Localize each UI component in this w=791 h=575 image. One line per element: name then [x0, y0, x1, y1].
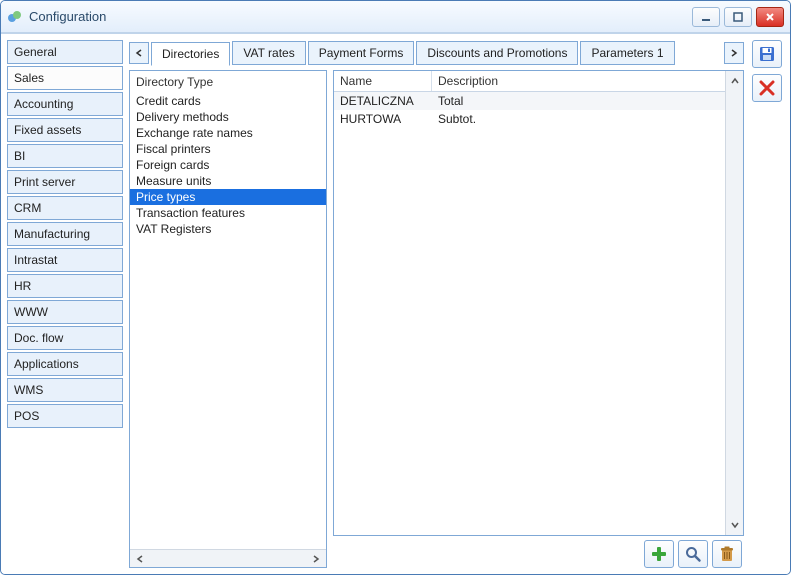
vertical-scrollbar[interactable]: [725, 71, 743, 535]
sidebar-item-doc-flow[interactable]: Doc. flow: [7, 326, 123, 350]
add-button[interactable]: [644, 540, 674, 568]
main-panel: DirectoriesVAT ratesPayment FormsDiscoun…: [129, 40, 744, 568]
tab-vat-rates[interactable]: VAT rates: [232, 41, 305, 65]
cell-description: Total: [432, 92, 743, 110]
view-button[interactable]: [678, 540, 708, 568]
window-title: Configuration: [29, 9, 692, 24]
minimize-button[interactable]: [692, 7, 720, 27]
tab-content: Directory Type Credit cardsDelivery meth…: [129, 70, 744, 568]
window-body: GeneralSalesAccountingFixed assetsBIPrin…: [1, 33, 790, 574]
close-button[interactable]: [756, 7, 784, 27]
sidebar-item-intrastat[interactable]: Intrastat: [7, 248, 123, 272]
sidebar-item-bi[interactable]: BI: [7, 144, 123, 168]
table-row[interactable]: HURTOWASubtot.: [334, 110, 743, 128]
delete-button[interactable]: [712, 540, 742, 568]
tab-payment-forms[interactable]: Payment Forms: [308, 41, 415, 65]
tab-discounts-and-promotions[interactable]: Discounts and Promotions: [416, 41, 578, 65]
scroll-left-icon[interactable]: [132, 552, 148, 566]
tabstrip: DirectoriesVAT ratesPayment FormsDiscoun…: [129, 40, 744, 66]
column-header-name[interactable]: Name: [334, 71, 432, 91]
details-table: Name Description DETALICZNATotalHURTOWAS…: [333, 70, 744, 536]
tabs-container: DirectoriesVAT ratesPayment FormsDiscoun…: [151, 41, 675, 65]
tab-parameters-1[interactable]: Parameters 1: [580, 41, 674, 65]
sidebar: GeneralSalesAccountingFixed assetsBIPrin…: [7, 40, 123, 568]
details-column: Name Description DETALICZNATotalHURTOWAS…: [333, 70, 744, 568]
action-buttons: [333, 540, 744, 568]
directory-type-panel: Directory Type Credit cardsDelivery meth…: [129, 70, 327, 568]
app-icon: [7, 9, 23, 25]
maximize-button[interactable]: [724, 7, 752, 27]
directory-item[interactable]: Exchange rate names: [130, 125, 326, 141]
directory-item[interactable]: Foreign cards: [130, 157, 326, 173]
sidebar-item-general[interactable]: General: [7, 40, 123, 64]
directory-type-header: Directory Type: [130, 71, 326, 93]
scroll-right-icon[interactable]: [308, 552, 324, 566]
sidebar-item-pos[interactable]: POS: [7, 404, 123, 428]
directory-item[interactable]: Delivery methods: [130, 109, 326, 125]
cell-name: HURTOWA: [334, 110, 432, 128]
sidebar-item-applications[interactable]: Applications: [7, 352, 123, 376]
sidebar-item-hr[interactable]: HR: [7, 274, 123, 298]
table-header: Name Description: [334, 71, 743, 92]
tab-scroll-right[interactable]: [724, 42, 744, 64]
scroll-up-icon[interactable]: [728, 73, 742, 89]
tab-scroll-left[interactable]: [129, 42, 149, 64]
sidebar-item-sales[interactable]: Sales: [7, 66, 123, 90]
cell-name: DETALICZNA: [334, 92, 432, 110]
directory-item[interactable]: Credit cards: [130, 93, 326, 109]
tab-directories[interactable]: Directories: [151, 42, 230, 66]
directory-item[interactable]: Fiscal printers: [130, 141, 326, 157]
column-header-description[interactable]: Description: [432, 71, 743, 91]
cell-description: Subtot.: [432, 110, 743, 128]
sidebar-item-wms[interactable]: WMS: [7, 378, 123, 402]
cancel-button[interactable]: [752, 74, 782, 102]
directory-item[interactable]: Measure units: [130, 173, 326, 189]
directory-item[interactable]: Price types: [130, 189, 326, 205]
sidebar-item-print-server[interactable]: Print server: [7, 170, 123, 194]
right-toolbar: [750, 40, 784, 568]
sidebar-item-www[interactable]: WWW: [7, 300, 123, 324]
horizontal-scrollbar[interactable]: [130, 549, 326, 567]
titlebar: Configuration: [1, 1, 790, 33]
directory-item[interactable]: Transaction features: [130, 205, 326, 221]
sidebar-item-crm[interactable]: CRM: [7, 196, 123, 220]
window-controls: [692, 7, 784, 27]
sidebar-item-accounting[interactable]: Accounting: [7, 92, 123, 116]
directory-type-list[interactable]: Credit cardsDelivery methodsExchange rat…: [130, 93, 326, 549]
sidebar-item-fixed-assets[interactable]: Fixed assets: [7, 118, 123, 142]
table-body: DETALICZNATotalHURTOWASubtot.: [334, 92, 743, 535]
sidebar-item-manufacturing[interactable]: Manufacturing: [7, 222, 123, 246]
scroll-down-icon[interactable]: [728, 517, 742, 533]
config-window: Configuration GeneralSalesAccountingFixe…: [0, 0, 791, 575]
save-button[interactable]: [752, 40, 782, 68]
directory-item[interactable]: VAT Registers: [130, 221, 326, 237]
table-row[interactable]: DETALICZNATotal: [334, 92, 743, 110]
